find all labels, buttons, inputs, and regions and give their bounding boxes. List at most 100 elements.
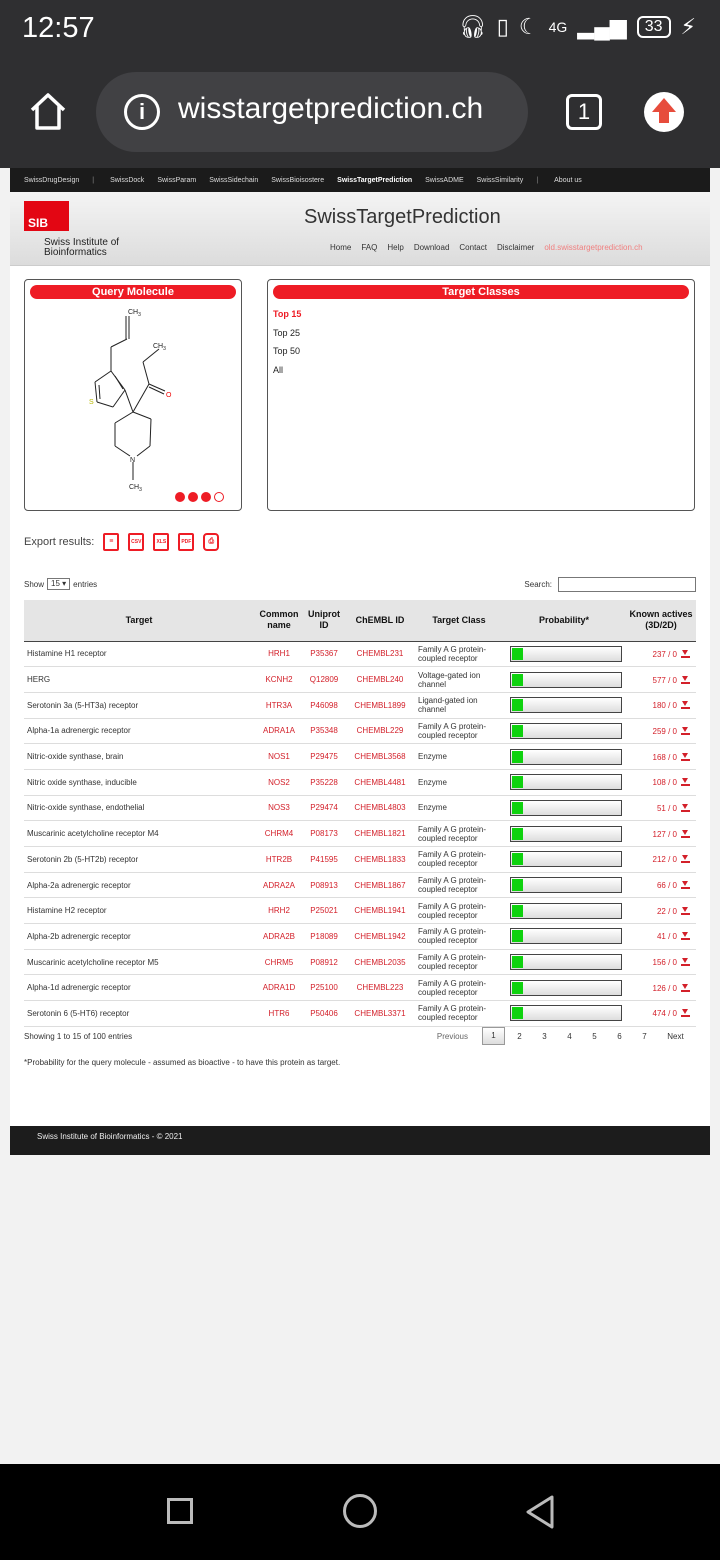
pagination-page-2[interactable]: 2	[507, 1032, 532, 1041]
download-icon[interactable]	[681, 931, 690, 941]
cell-chembl-link[interactable]: CHEMBL1867	[344, 872, 416, 899]
download-icon[interactable]	[681, 803, 690, 812]
link-contact[interactable]: Contact	[459, 243, 487, 252]
clipboard-icon[interactable]: ≡	[103, 533, 120, 551]
download-icon[interactable]	[681, 983, 690, 992]
download-icon[interactable]	[681, 675, 690, 684]
cell-known-actives[interactable]: 237 / 0	[626, 641, 696, 668]
cell-uniprot-link[interactable]: Q12809	[304, 666, 344, 693]
search-input[interactable]	[558, 577, 696, 592]
cell-common-name[interactable]: ADRA2A	[254, 872, 304, 899]
cell-known-actives[interactable]: 156 / 0	[626, 949, 696, 976]
pagination-page-4[interactable]: 4	[557, 1032, 582, 1041]
nav-swissdrugdesign[interactable]: SwissDrugDesign	[24, 177, 79, 184]
cell-common-name[interactable]: CHRM5	[254, 949, 304, 976]
home-icon[interactable]	[28, 90, 68, 134]
csv-icon[interactable]: CSV	[128, 533, 145, 551]
cell-uniprot-link[interactable]: P46098	[304, 692, 344, 719]
download-icon[interactable]	[681, 1008, 690, 1018]
cell-known-actives[interactable]: 474 / 0	[626, 1000, 696, 1027]
cell-known-actives[interactable]: 259 / 0	[626, 718, 696, 745]
cell-known-actives[interactable]: 108 / 0	[626, 769, 696, 796]
cell-chembl-link[interactable]: CHEMBL1941	[344, 897, 416, 925]
cell-known-actives[interactable]: 66 / 0	[626, 872, 696, 899]
cell-common-name[interactable]: ADRA2B	[254, 923, 304, 950]
link-disclaimer[interactable]: Disclaimer	[497, 243, 534, 252]
cell-chembl-link[interactable]: CHEMBL223	[344, 974, 416, 1002]
target-icon[interactable]	[188, 492, 198, 502]
sib-logo[interactable]: SIB	[24, 201, 69, 231]
cell-uniprot-link[interactable]: P35367	[304, 641, 344, 668]
cell-chembl-link[interactable]: CHEMBL3371	[344, 1000, 416, 1027]
cell-known-actives[interactable]: 126 / 0	[626, 974, 696, 1002]
info-icon[interactable]: i	[124, 94, 160, 130]
download-icon[interactable]	[681, 906, 690, 915]
cell-known-actives[interactable]: 168 / 0	[626, 743, 696, 770]
cell-uniprot-link[interactable]: P18089	[304, 923, 344, 950]
cell-chembl-link[interactable]: CHEMBL2035	[344, 949, 416, 976]
pagination-previous[interactable]: Previous	[437, 1032, 468, 1041]
nav-swissadme[interactable]: SwissADME	[425, 177, 464, 184]
cell-uniprot-link[interactable]: P41595	[304, 846, 344, 873]
cell-uniprot-link[interactable]: P08913	[304, 872, 344, 899]
pagination-next[interactable]: Next	[663, 1032, 688, 1041]
url-text[interactable]: wisstargetprediction.ch	[178, 92, 518, 126]
option-all[interactable]: All	[273, 365, 694, 384]
nav-swissparam[interactable]: SwissParam	[157, 177, 196, 184]
cell-uniprot-link[interactable]: P08173	[304, 820, 344, 847]
pagination-page-7[interactable]: 7	[632, 1032, 657, 1041]
entries-select[interactable]: 15 ▾	[47, 578, 71, 590]
cell-chembl-link[interactable]: CHEMBL1942	[344, 923, 416, 950]
download-icon[interactable]	[681, 726, 690, 735]
nav-swisstargetprediction[interactable]: SwissTargetPrediction	[337, 177, 412, 184]
cell-chembl-link[interactable]: CHEMBL1899	[344, 692, 416, 719]
download-icon[interactable]	[681, 854, 690, 864]
header-uniprot[interactable]: Uniprot ID	[304, 600, 344, 642]
download-icon[interactable]	[681, 829, 690, 838]
download-icon[interactable]	[681, 649, 690, 658]
download-icon[interactable]	[681, 777, 690, 787]
cell-common-name[interactable]: HRH1	[254, 641, 304, 668]
nav-swissdock[interactable]: SwissDock	[110, 177, 144, 184]
print-icon[interactable]: ⎙	[203, 533, 220, 551]
download-icon[interactable]	[681, 880, 690, 890]
link-faq[interactable]: FAQ	[361, 243, 377, 252]
cell-common-name[interactable]: HTR3A	[254, 692, 304, 719]
header-known-actives[interactable]: Known actives (3D/2D)	[626, 600, 696, 642]
option-top-15[interactable]: Top 15	[273, 309, 694, 328]
tab-switcher-button[interactable]: 1	[566, 94, 602, 130]
pagination-page-1[interactable]: 1	[482, 1027, 505, 1045]
cell-uniprot-link[interactable]: P25021	[304, 897, 344, 925]
cell-common-name[interactable]: NOS3	[254, 795, 304, 822]
cell-common-name[interactable]: NOS1	[254, 743, 304, 770]
cell-uniprot-link[interactable]: P50406	[304, 1000, 344, 1027]
recents-button[interactable]	[167, 1498, 193, 1524]
cell-chembl-link[interactable]: CHEMBL231	[344, 641, 416, 668]
cell-uniprot-link[interactable]: P08912	[304, 949, 344, 976]
cell-chembl-link[interactable]: CHEMBL3568	[344, 743, 416, 770]
option-top-25[interactable]: Top 25	[273, 328, 694, 347]
cell-common-name[interactable]: NOS2	[254, 769, 304, 796]
cell-common-name[interactable]: ADRA1D	[254, 974, 304, 1002]
cell-uniprot-link[interactable]: P29474	[304, 795, 344, 822]
cell-common-name[interactable]: HRH2	[254, 897, 304, 925]
header-target[interactable]: Target	[24, 600, 254, 642]
cell-common-name[interactable]: CHRM4	[254, 820, 304, 847]
smiley-icon[interactable]	[214, 492, 224, 502]
cell-known-actives[interactable]: 212 / 0	[626, 846, 696, 873]
cell-common-name[interactable]: HTR6	[254, 1000, 304, 1027]
cell-uniprot-link[interactable]: P35348	[304, 718, 344, 745]
cell-known-actives[interactable]: 180 / 0	[626, 692, 696, 719]
back-button[interactable]	[524, 1494, 556, 1530]
cell-chembl-link[interactable]: CHEMBL4803	[344, 795, 416, 822]
link-old-site[interactable]: old.swisstargetprediction.ch	[544, 243, 642, 252]
cell-known-actives[interactable]: 41 / 0	[626, 923, 696, 950]
pagination-page-5[interactable]: 5	[582, 1032, 607, 1041]
nav-swissbioisostere[interactable]: SwissBioisostere	[271, 177, 324, 184]
cell-chembl-link[interactable]: CHEMBL4481	[344, 769, 416, 796]
download-icon[interactable]	[681, 700, 690, 710]
header-chembl[interactable]: ChEMBL ID	[344, 600, 416, 642]
pill-icon[interactable]	[201, 492, 211, 502]
pagination-page-3[interactable]: 3	[532, 1032, 557, 1041]
link-help[interactable]: Help	[387, 243, 403, 252]
